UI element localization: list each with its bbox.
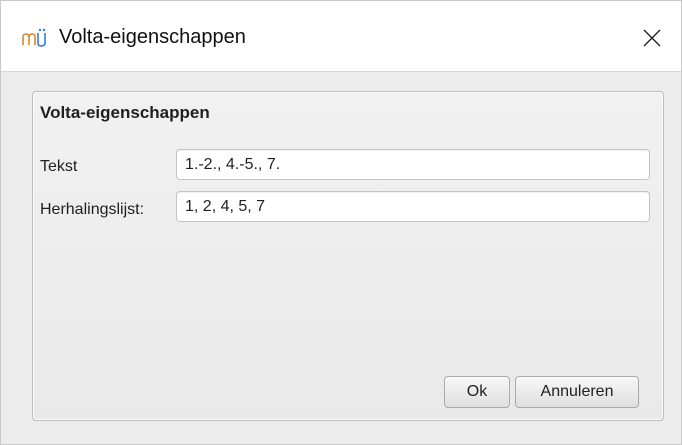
musescore-notes-icon	[21, 28, 49, 48]
repeat-list-input[interactable]	[176, 191, 650, 222]
window-title: Volta-eigenschappen	[59, 26, 246, 48]
volta-properties-dialog: Volta-eigenschappen Volta-eigenschappen …	[0, 0, 682, 445]
group-title: Volta-eigenschappen	[40, 103, 210, 122]
close-button[interactable]	[629, 15, 675, 61]
volta-properties-group	[32, 91, 664, 421]
close-icon	[642, 28, 662, 48]
ok-button[interactable]: Ok	[444, 376, 510, 408]
repeat-list-label: Herhalingslijst:	[40, 201, 145, 218]
text-label: Tekst	[40, 158, 78, 175]
title-bar: Volta-eigenschappen	[1, 1, 681, 72]
cancel-button[interactable]: Annuleren	[515, 376, 639, 408]
text-input[interactable]	[176, 149, 650, 180]
